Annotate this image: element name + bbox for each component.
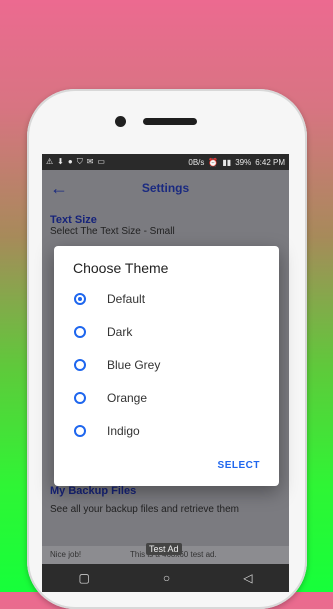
theme-option-dark[interactable]: Dark (74, 322, 132, 342)
status-bar: ⚠ ⬇ ● ⛉ ✉ ▭ 0B/s ⏰ ▮▮ 39% 6:42 PM (42, 154, 289, 170)
home-icon[interactable]: ○ (163, 571, 170, 585)
signal-icon: ▮▮ (222, 157, 232, 167)
speaker-grille (143, 118, 197, 125)
nav-bar: ▢ ○ ◁ (42, 564, 289, 592)
theme-option-orange[interactable]: Orange (74, 388, 147, 408)
dialog-title: Choose Theme (73, 260, 169, 276)
alarm-icon: ⏰ (208, 157, 219, 167)
back-arrow-icon[interactable]: ← (42, 178, 76, 199)
theme-dialog: Choose Theme Default Dark Blue Grey Oran… (54, 246, 279, 486)
app-bar: ← Settings (42, 170, 289, 206)
theme-option-indigo[interactable]: Indigo (74, 421, 140, 441)
setting-title: My Backup Files (50, 485, 137, 497)
radio-icon[interactable] (74, 359, 86, 371)
ad-left-text: Nice job! (50, 550, 82, 559)
theme-option-default[interactable]: Default (74, 289, 145, 309)
option-label: Dark (107, 325, 133, 339)
chat-icon: ● (67, 157, 73, 166)
status-right: 0B/s ⏰ ▮▮ 39% 6:42 PM (188, 158, 285, 167)
setting-subtitle: Select The Text Size - Small (50, 226, 175, 237)
setting-title: Text Size (50, 214, 97, 226)
option-label: Blue Grey (107, 358, 161, 372)
notification-icons: ⚠ ⬇ ● ⛉ ✉ ▭ (46, 157, 105, 167)
page-title: Settings (141, 181, 190, 195)
radio-icon[interactable] (74, 392, 86, 404)
option-label: Indigo (107, 424, 140, 438)
download-icon: ⬇ (57, 157, 64, 166)
option-label: Orange (107, 391, 148, 405)
clock: 6:42 PM (255, 157, 285, 167)
warning-icon: ⚠ (46, 157, 54, 166)
recents-icon[interactable]: ▢ (79, 571, 90, 585)
radio-checked-icon[interactable] (74, 293, 86, 305)
theme-option-blue-grey[interactable]: Blue Grey (74, 355, 160, 375)
camera-icon (115, 116, 126, 127)
backup-setting[interactable]: My Backup Files See all your backup file… (42, 485, 289, 516)
network-speed: 0B/s (188, 157, 205, 167)
setting-subtitle: See all your backup files and retrieve t… (50, 504, 239, 515)
text-size-setting[interactable]: Text Size Select The Text Size - Small (42, 214, 289, 237)
radio-icon[interactable] (74, 425, 86, 437)
select-button[interactable]: SELECT (218, 460, 260, 471)
radio-icon[interactable] (74, 326, 86, 338)
mail-icon: ✉ (86, 157, 94, 166)
option-label: Default (107, 292, 146, 306)
message-icon: ▭ (97, 157, 105, 166)
ad-badge: Test Ad (146, 543, 182, 555)
battery-level: 39% (235, 157, 252, 167)
shield-icon: ⛉ (76, 157, 83, 166)
back-icon[interactable]: ◁ (243, 571, 252, 585)
